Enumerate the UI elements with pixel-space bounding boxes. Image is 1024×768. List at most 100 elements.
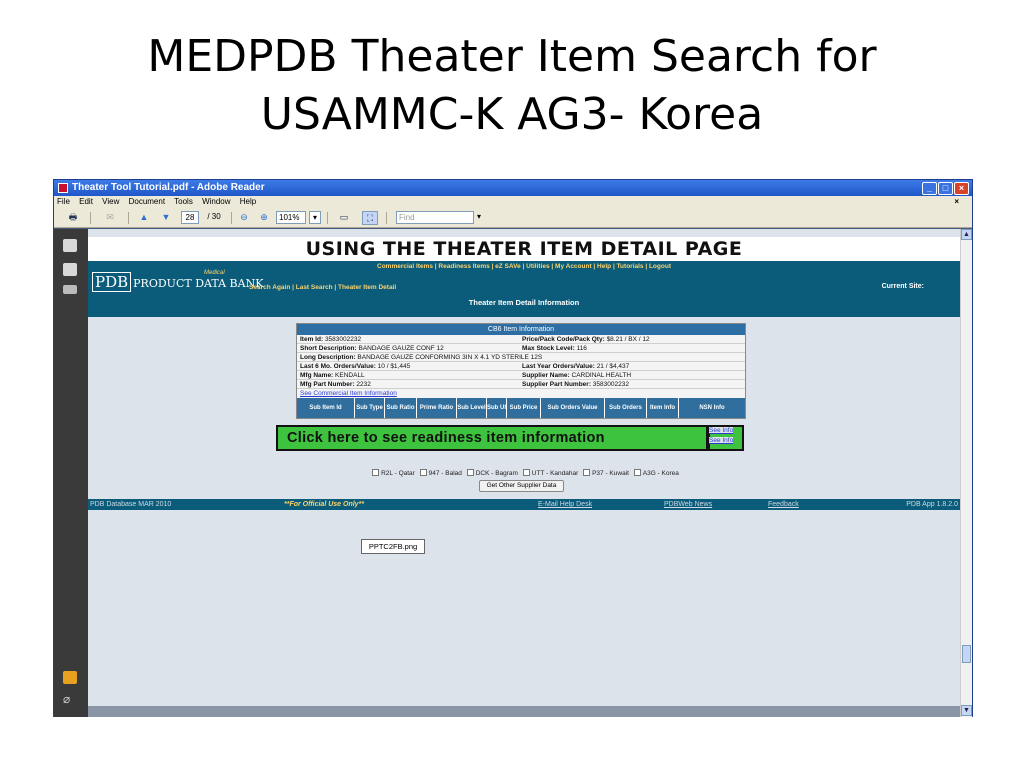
feedback-link[interactable]: Feedback (768, 499, 799, 510)
layers-icon[interactable] (63, 285, 77, 294)
last-6mo-label: Last 6 Mo. Orders/Value: (300, 363, 376, 370)
pdb-footer: PDB Database MAR 2010 **For Official Use… (88, 499, 960, 510)
pages-icon[interactable] (63, 239, 77, 252)
mfg-name-value: KENDALL (335, 372, 365, 379)
long-desc-value: BANDAGE GAUZE CONFORMING 3IN X 4.1 YD ST… (357, 354, 543, 361)
col-nsn-info: NSN Info (699, 404, 725, 411)
col-sub-ratio: Sub Ratio (385, 398, 417, 418)
menu-file[interactable]: File (57, 197, 70, 206)
zoom-out-icon[interactable]: ⊖ (237, 211, 251, 225)
col-prime-ratio: Prime Ratio (417, 398, 457, 418)
item-id-value: 3583002232 (324, 336, 362, 343)
toolbar-separator (231, 212, 232, 224)
checkbox-p37[interactable] (583, 469, 591, 476)
previous-page-icon[interactable]: ▲ (136, 211, 152, 225)
window-title: Theater Tool Tutorial.pdf - Adobe Reader (72, 182, 265, 193)
image-filename-label: PPTC2FB.png (361, 539, 425, 554)
checkbox-r2l[interactable] (372, 469, 380, 476)
checkbox-947[interactable] (419, 469, 427, 476)
toolbar-separator (386, 212, 387, 224)
zoom-level-input[interactable]: 101% (276, 211, 306, 224)
site-label-947: 947 - Balad (428, 470, 462, 477)
close-document-icon[interactable]: × (954, 196, 959, 208)
pdb-header: Commercial Items | Readiness Items | eZ … (88, 261, 960, 317)
main-nav-links[interactable]: Commercial Items | Readiness Items | eZ … (88, 263, 960, 270)
other-sites-checkboxes: R2L - Qatar 947 - Balad DCK - Bagram UTT… (88, 469, 960, 477)
zoom-in-icon[interactable]: ⊕ (257, 211, 271, 225)
site-label-a3g: A3G - Korea (642, 470, 679, 477)
menu-view[interactable]: View (102, 197, 119, 206)
database-date: PDB Database MAR 2010 (90, 501, 172, 508)
menu-edit[interactable]: Edit (79, 197, 93, 206)
info-row: Item Id: 3583002232 Price/Pack Code/Pack… (297, 335, 745, 344)
col-item-info: Item Info (647, 398, 679, 418)
supplier-name-value: CARDINAL HEALTH (571, 372, 632, 379)
next-page-icon[interactable]: ▼ (158, 211, 174, 225)
short-desc-value: BANDAGE GAUZE CONF 12 (358, 345, 444, 352)
col-sub-level: Sub Level (457, 398, 487, 418)
last-6mo-value: 10 / $1,445 (377, 363, 411, 370)
scroll-thumb[interactable] (962, 645, 971, 663)
commercial-item-link[interactable]: See Commercial Item Information (297, 389, 745, 398)
horizontal-scrollbar[interactable] (88, 706, 960, 717)
supplier-part-value: 3583002232 (592, 381, 629, 388)
page-number-input[interactable]: 28 (181, 211, 199, 224)
print-icon[interactable]: 🖶 (64, 211, 82, 225)
email-icon[interactable]: ✉ (100, 211, 120, 225)
menu-tools[interactable]: Tools (174, 197, 193, 206)
fit-page-icon[interactable]: ⛶ (362, 211, 378, 225)
checkbox-utt[interactable] (522, 469, 530, 476)
item-id-label: Item Id: (300, 336, 324, 343)
toolbar-separator (327, 212, 328, 224)
vertical-scrollbar[interactable]: ▲ ▼ (960, 229, 972, 717)
last-year-label: Last Year Orders/Value: (522, 363, 595, 370)
checkbox-dck[interactable] (466, 469, 474, 476)
maximize-button[interactable]: □ (938, 182, 953, 195)
site-label-p37: P37 - Kuwait (592, 470, 629, 477)
mfg-part-value: 2232 (356, 381, 371, 388)
bookmarks-icon[interactable] (63, 263, 77, 276)
info-row: Last 6 Mo. Orders/Value: 10 / $1,445 Las… (297, 362, 745, 371)
info-row: Mfg Part Number: 2232 Supplier Part Numb… (297, 380, 745, 389)
info-row: Mfg Name: KENDALL Supplier Name: CARDINA… (297, 371, 745, 380)
page-count: / 30 (207, 212, 221, 221)
toolbar: 🖶 ✉ ▲ ▼ 28 / 30 ⊖ ⊕ 101% ▾ ▭ ⛶ Find ▾ (54, 208, 972, 228)
slide-title: MEDPDB Theater Item Search for USAMMC-K … (0, 28, 1024, 144)
slide-title-line1: MEDPDB Theater Item Search for (147, 31, 877, 82)
menu-bar: File Edit View Document Tools Window Hel… (54, 196, 972, 208)
site-label-r2l: R2L - Qatar (381, 470, 415, 477)
minimize-button[interactable]: _ (922, 182, 937, 195)
see-info-link[interactable]: See Info (709, 427, 734, 434)
fit-width-icon[interactable]: ▭ (336, 211, 352, 225)
menu-help[interactable]: Help (240, 197, 256, 206)
sub-nav-links[interactable]: Search Again | Last Search | Theater Ite… (249, 284, 396, 291)
info-row: Short Description: BANDAGE GAUZE CONF 12… (297, 344, 745, 353)
scroll-up-icon[interactable]: ▲ (961, 229, 972, 240)
find-input[interactable]: Find (396, 211, 474, 224)
attachments-icon[interactable]: ⌀ (63, 693, 77, 706)
col-sub-type: Sub Type (355, 398, 385, 418)
comments-icon[interactable] (63, 671, 77, 684)
logo-pdb-mark: PDB (92, 272, 132, 292)
short-desc-label: Short Description: (300, 345, 357, 352)
close-window-button[interactable]: × (954, 182, 969, 195)
official-use-notice: **For Official Use Only** (284, 501, 365, 508)
pdb-logo: Medical PDB PRODUCT DATA BANK (92, 270, 263, 292)
supplier-name-label: Supplier Name: (522, 372, 570, 379)
zoom-dropdown-icon[interactable]: ▾ (309, 211, 321, 224)
toolbar-separator (90, 212, 91, 224)
menu-document[interactable]: Document (129, 197, 165, 206)
scroll-down-icon[interactable]: ▼ (961, 705, 972, 716)
menu-window[interactable]: Window (202, 197, 230, 206)
window-titlebar[interactable]: Theater Tool Tutorial.pdf - Adobe Reader… (54, 180, 972, 196)
item-info-header: CB6 Item Information (297, 324, 745, 335)
checkbox-a3g[interactable] (633, 469, 641, 476)
price-value: $8.21 / BX / 12 (606, 336, 650, 343)
email-help-desk-link[interactable]: E-Mail Help Desk (538, 499, 592, 510)
find-dropdown-icon[interactable]: ▾ (474, 211, 484, 225)
pdbweb-news-link[interactable]: PDBWeb News (664, 499, 712, 510)
get-other-supplier-data-button[interactable]: Get Other Supplier Data (479, 480, 564, 492)
section-title: Theater Item Detail Information (468, 298, 580, 307)
see-info-link[interactable]: See Info (709, 437, 734, 444)
long-desc-label: Long Description: (300, 354, 356, 361)
